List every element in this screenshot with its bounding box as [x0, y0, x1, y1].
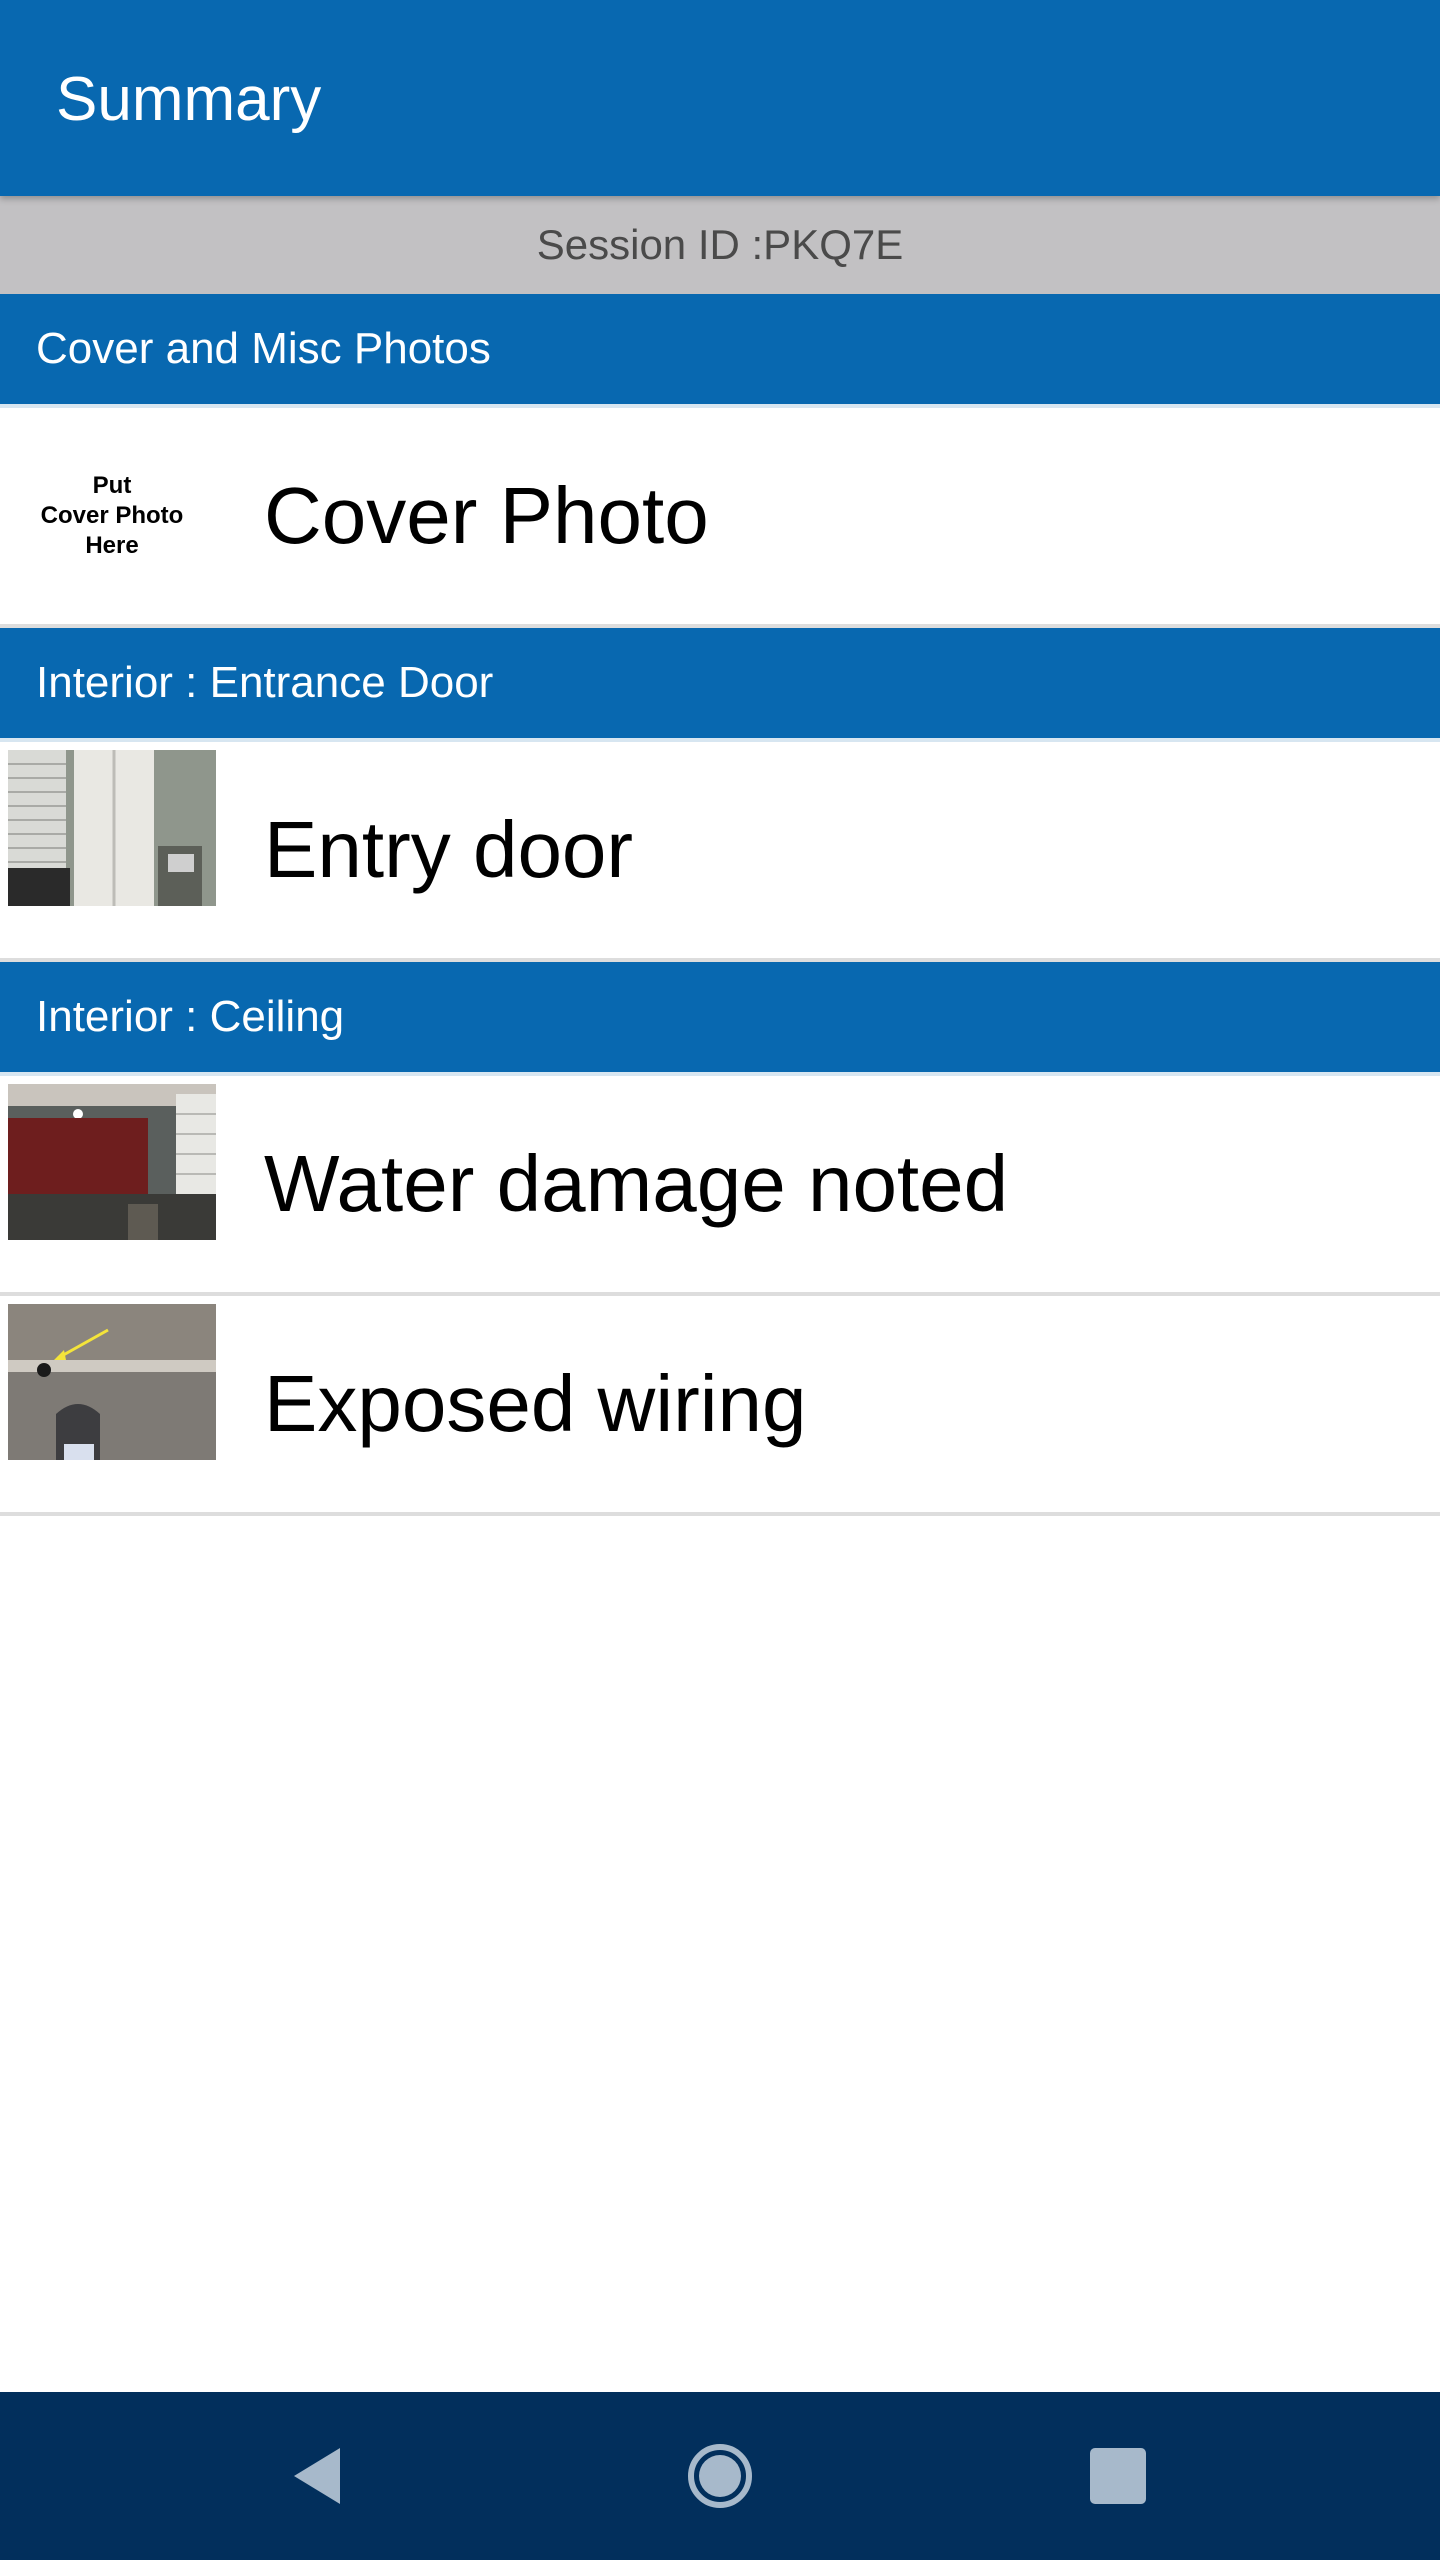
- back-icon[interactable]: [270, 2426, 370, 2526]
- item-label: Cover Photo: [264, 471, 709, 560]
- system-navigation-bar: [0, 2392, 1440, 2560]
- item-label: Water damage noted: [264, 1139, 1009, 1228]
- summary-list: Cover and Misc Photos Put Cover Photo He…: [0, 294, 1440, 1516]
- recents-icon[interactable]: [1068, 2426, 1168, 2526]
- item-label: Entry door: [264, 805, 634, 894]
- placeholder-text: Put: [92, 472, 132, 499]
- water-damage-thumbnail: [8, 1084, 216, 1240]
- entry-door-thumbnail: [8, 750, 216, 906]
- section-header: Cover and Misc Photos: [0, 294, 1440, 408]
- page-title: Summary: [56, 65, 322, 134]
- list-item-entry-door[interactable]: Entry door: [0, 742, 1440, 962]
- list-item-water-damage[interactable]: Water damage noted: [0, 1076, 1440, 1296]
- section-header: Interior : Ceiling: [0, 962, 1440, 1076]
- home-icon[interactable]: [670, 2426, 770, 2526]
- exposed-wiring-thumbnail: [8, 1304, 216, 1460]
- section-header: Interior : Entrance Door: [0, 628, 1440, 742]
- placeholder-text: Here: [85, 532, 139, 559]
- cover-photo-placeholder: Put Cover Photo Here: [8, 438, 216, 594]
- session-id-bar: Session ID :PKQ7E: [0, 196, 1440, 294]
- list-item-exposed-wiring[interactable]: Exposed wiring: [0, 1296, 1440, 1516]
- list-item-cover-photo[interactable]: Put Cover Photo Here Cover Photo: [0, 408, 1440, 628]
- app-bar: Summary: [0, 0, 1440, 196]
- item-label: Exposed wiring: [264, 1359, 807, 1448]
- placeholder-text: Cover Photo: [40, 502, 184, 529]
